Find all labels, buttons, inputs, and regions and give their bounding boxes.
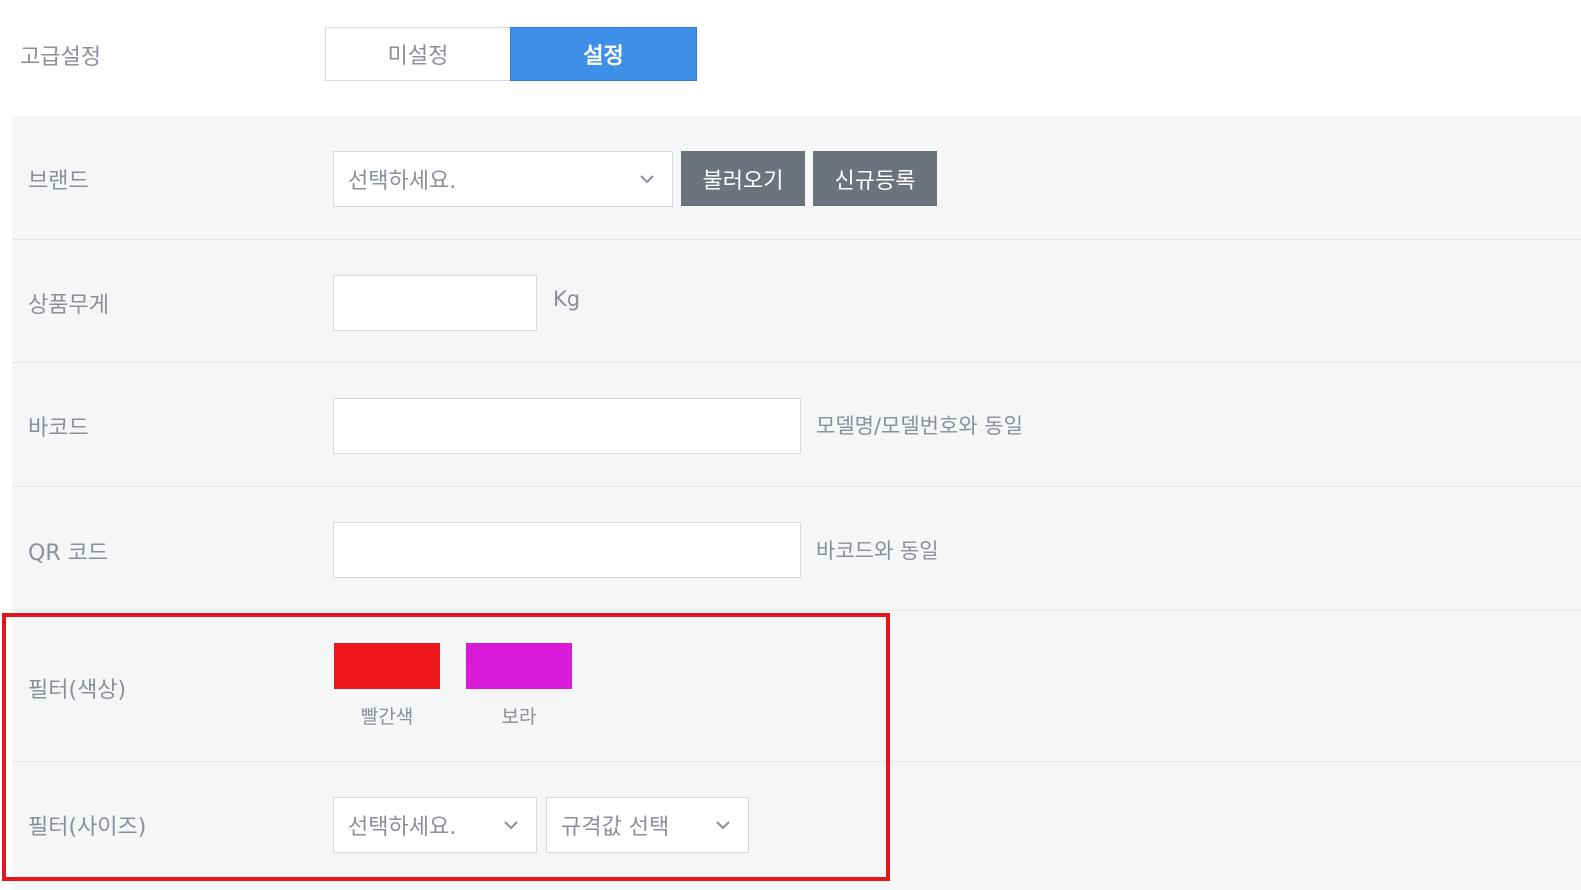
brand-select[interactable]: 선택하세요. bbox=[333, 151, 673, 207]
barcode-input[interactable] bbox=[333, 398, 801, 454]
register-brand-button[interactable]: 신규등록 bbox=[813, 151, 937, 206]
load-brand-button[interactable]: 불러오기 bbox=[681, 151, 805, 206]
qrcode-input[interactable] bbox=[333, 522, 801, 578]
row-divider bbox=[12, 761, 1581, 762]
color-swatch-purple-label: 보라 bbox=[501, 706, 537, 728]
row-divider bbox=[12, 486, 1581, 487]
barcode-hint: 모델명/모델번호와 동일 bbox=[816, 414, 1023, 438]
barcode-label: 바코드 bbox=[28, 416, 89, 441]
brand-label: 브랜드 bbox=[28, 169, 89, 194]
chevron-down-icon bbox=[504, 821, 518, 830]
advanced-settings-label: 고급설정 bbox=[20, 45, 101, 70]
brand-select-value: 선택하세요. bbox=[348, 169, 457, 194]
color-swatch-red[interactable] bbox=[334, 643, 440, 689]
weight-label: 상품무게 bbox=[28, 293, 109, 318]
spec-value-select-value: 규격값 선택 bbox=[561, 815, 670, 840]
size-select-value: 선택하세요. bbox=[348, 815, 457, 840]
advanced-off-toggle[interactable]: 미설정 bbox=[325, 27, 511, 81]
filter-size-label: 필터(사이즈) bbox=[28, 815, 147, 840]
row-divider bbox=[12, 239, 1581, 240]
spec-value-select[interactable]: 규격값 선택 bbox=[546, 797, 749, 853]
color-swatch-purple[interactable] bbox=[466, 643, 572, 689]
product-advanced-settings-form: 고급설정 미설정 설정 브랜드 선택하세요. 불러오기 신규등록 상품무게 Kg… bbox=[0, 0, 1581, 890]
size-select[interactable]: 선택하세요. bbox=[333, 797, 537, 853]
weight-unit: Kg bbox=[553, 287, 581, 311]
form-body bbox=[12, 116, 1581, 890]
chevron-down-icon bbox=[640, 175, 654, 184]
row-divider bbox=[12, 362, 1581, 363]
filter-color-label: 필터(색상) bbox=[28, 678, 127, 703]
chevron-down-icon bbox=[716, 821, 730, 830]
qrcode-label: QR 코드 bbox=[28, 541, 109, 566]
advanced-settings-row: 고급설정 미설정 설정 bbox=[0, 0, 1581, 116]
qrcode-hint: 바코드와 동일 bbox=[816, 539, 939, 563]
weight-input[interactable] bbox=[333, 275, 537, 331]
row-divider bbox=[12, 610, 1581, 611]
advanced-on-toggle[interactable]: 설정 bbox=[510, 27, 697, 81]
color-swatch-red-label: 빨간색 bbox=[360, 706, 414, 728]
